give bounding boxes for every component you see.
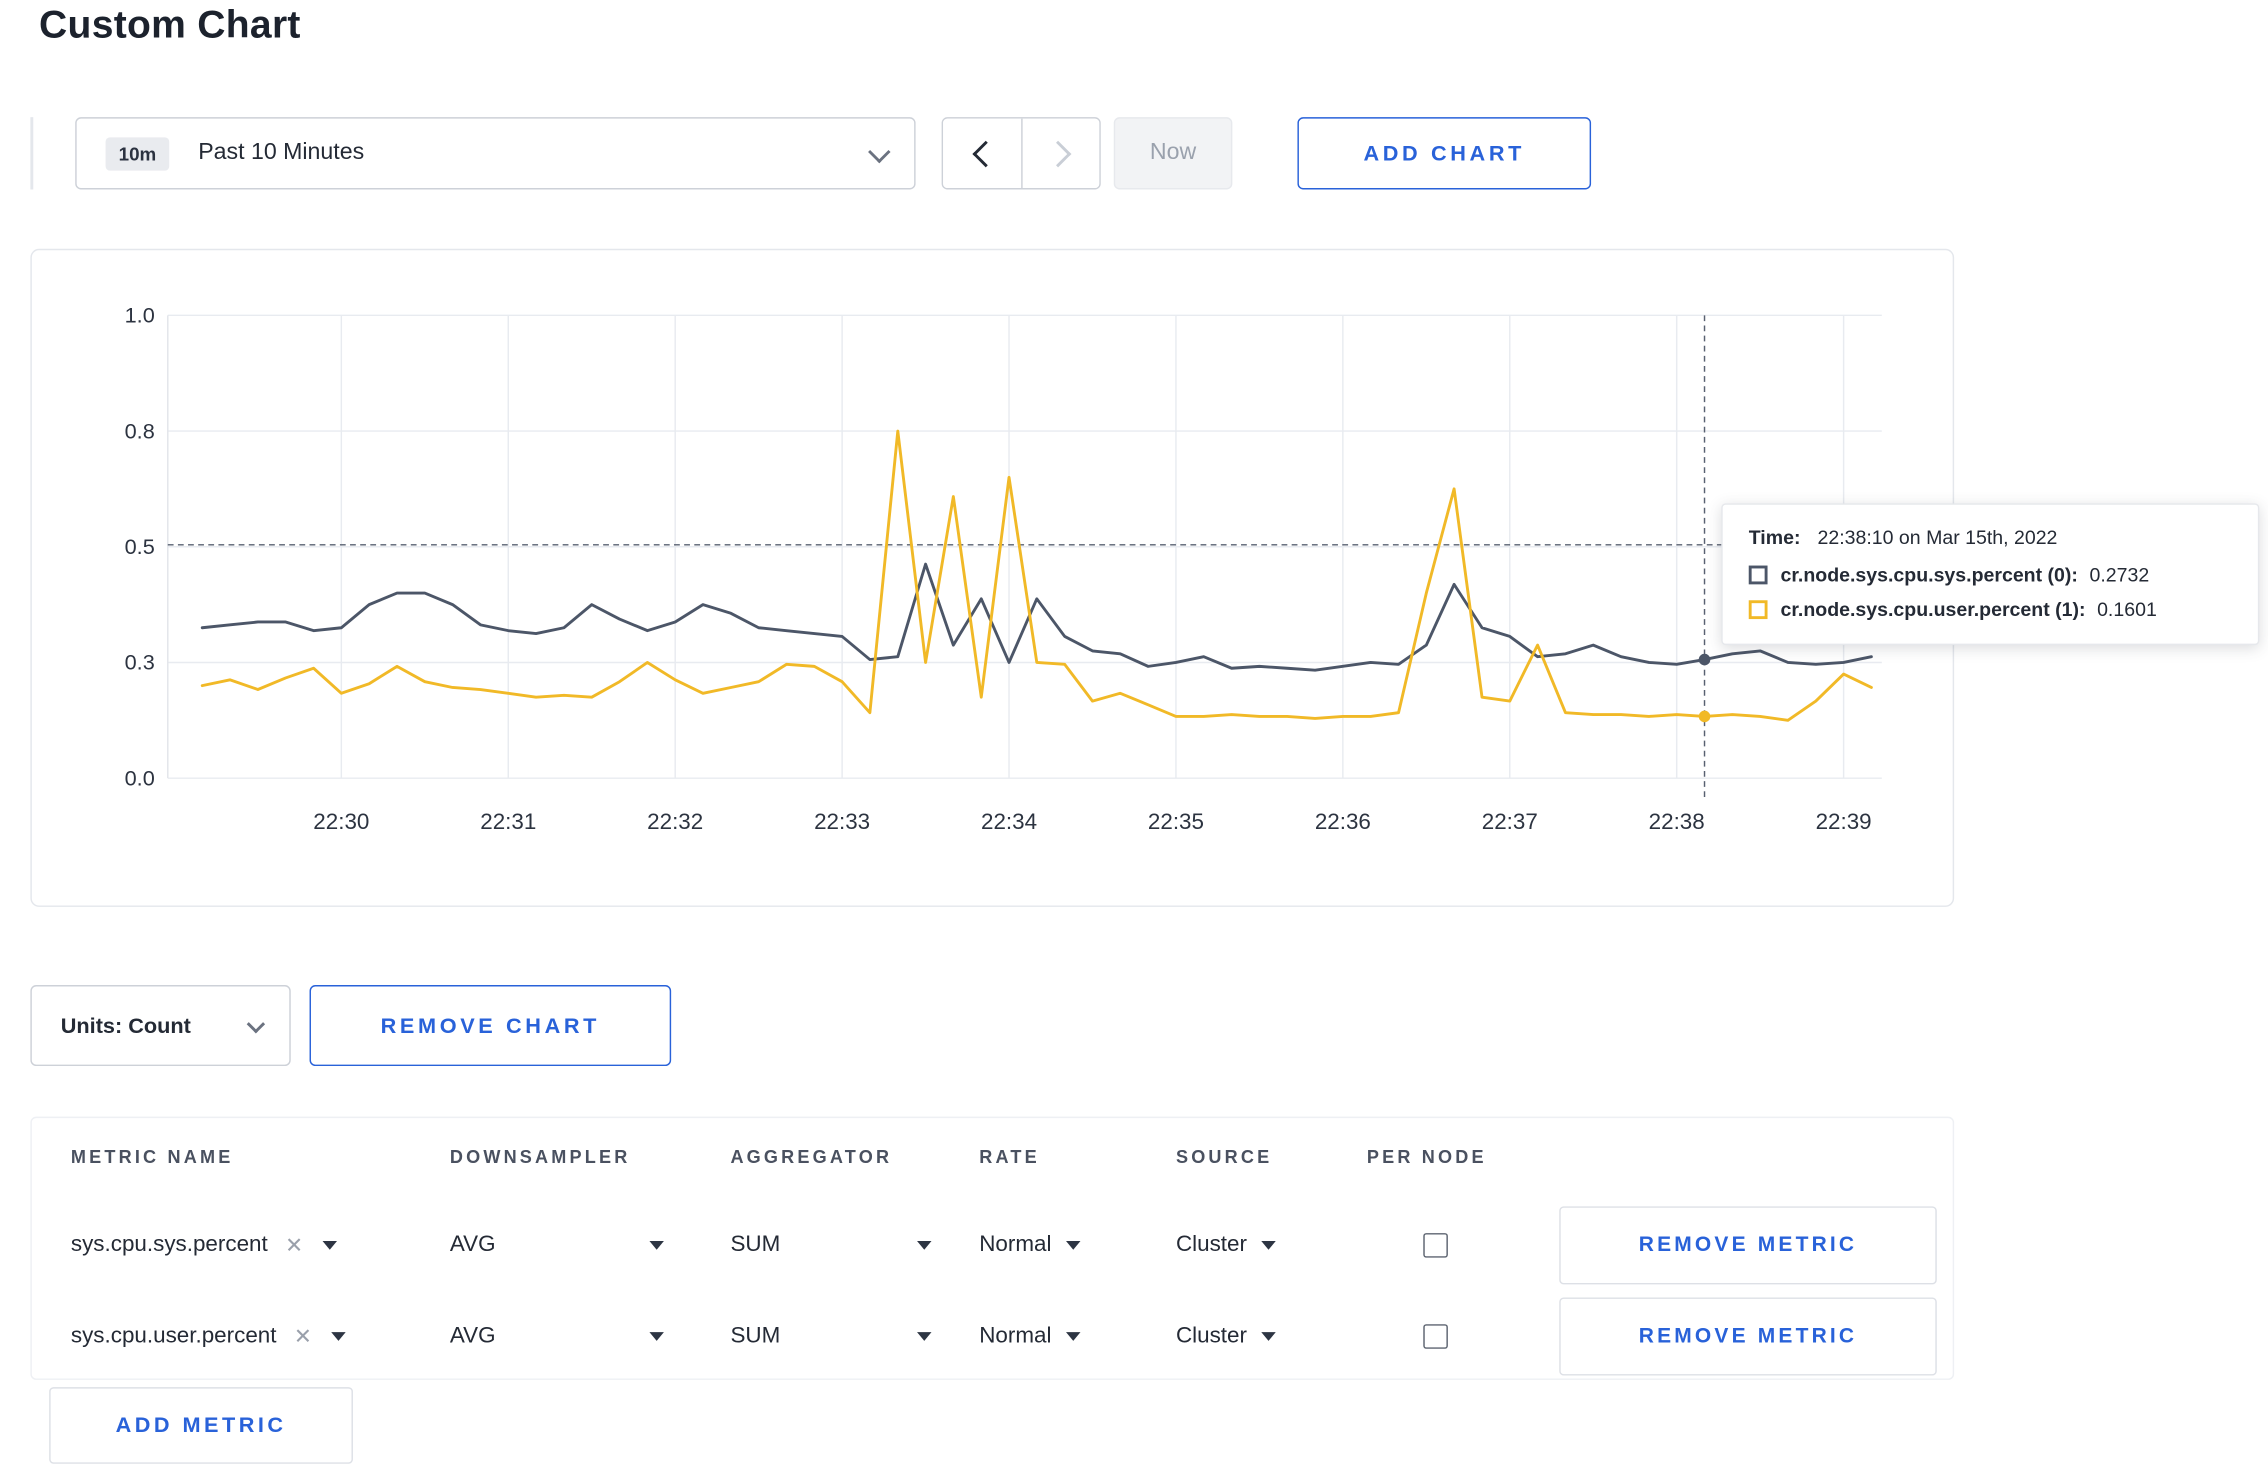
series-swatch-user-percent <box>1748 600 1768 620</box>
tooltip-series-label: cr.node.sys.cpu.sys.percent (0): <box>1780 564 2078 586</box>
time-range-label: Past 10 Minutes <box>198 140 365 165</box>
col-header-downsampler: DOWNSAMPLER <box>449 1147 631 1168</box>
downsampler-select[interactable]: AVG <box>450 1323 664 1349</box>
y-axis-tick-label: 0.5 <box>125 534 155 559</box>
x-axis-tick-label: 22:30 <box>313 809 369 834</box>
tooltip-time-label: Time: <box>1748 526 1801 549</box>
remove-chart-button[interactable]: REMOVE CHART <box>309 985 672 1067</box>
tooltip-series-row: cr.node.sys.cpu.sys.percent (0): 0.2732 <box>1748 564 2232 586</box>
toolbar-divider <box>30 117 34 190</box>
add-metric-button[interactable]: ADD METRIC <box>49 1387 353 1464</box>
tooltip-time-row: Time: 22:38:10 on Mar 15th, 2022 <box>1749 527 2232 549</box>
prev-range-button[interactable] <box>943 118 1022 189</box>
caret-down-icon <box>1065 1332 1081 1341</box>
source-value: Cluster <box>1175 1323 1247 1349</box>
col-header-per-node: PER NODE <box>1366 1147 1487 1168</box>
tooltip-time-value: 22:38:10 on Mar 15th, 2022 <box>1817 526 2058 549</box>
aggregator-select[interactable]: SUM <box>730 1323 932 1349</box>
per-node-checkbox[interactable] <box>1423 1233 1448 1258</box>
clear-icon[interactable]: ✕ <box>285 1232 303 1259</box>
tooltip-series-value: 0.2732 <box>2089 564 2150 586</box>
caret-down-icon <box>917 1241 932 1250</box>
rate-select[interactable]: Normal <box>979 1323 1081 1349</box>
metric-name-select[interactable]: sys.cpu.sys.percent ✕ <box>71 1232 337 1258</box>
time-range-select[interactable]: 10m Past 10 Minutes <box>75 117 916 190</box>
remove-metric-button[interactable]: REMOVE METRIC <box>1559 1297 1937 1376</box>
aggregator-value: SUM <box>730 1232 781 1257</box>
caret-down-icon <box>649 1241 664 1250</box>
col-header-source: SOURCE <box>1175 1147 1273 1168</box>
page-title: Custom Chart <box>39 2 301 47</box>
downsampler-select[interactable]: AVG <box>450 1232 664 1258</box>
per-node-checkbox[interactable] <box>1423 1324 1448 1349</box>
x-axis-tick-label: 22:38 <box>1649 809 1705 834</box>
tooltip-series-value: 0.1601 <box>2097 598 2157 621</box>
chevron-left-icon <box>972 140 1000 167</box>
next-range-button[interactable] <box>1021 118 1100 189</box>
chevron-down-icon <box>868 140 891 163</box>
chevron-down-icon <box>246 1014 266 1033</box>
rate-select[interactable]: Normal <box>979 1232 1081 1258</box>
remove-metric-button[interactable]: REMOVE METRIC <box>1559 1206 1937 1285</box>
metrics-table: METRIC NAME DOWNSAMPLER AGGREGATOR RATE … <box>30 1116 1955 1380</box>
x-axis-tick-label: 22:36 <box>1315 809 1371 834</box>
x-axis-tick-label: 22:39 <box>1816 809 1872 834</box>
metric-name-select[interactable]: sys.cpu.user.percent ✕ <box>70 1323 346 1350</box>
caret-down-icon <box>1261 1241 1276 1250</box>
aggregator-value: SUM <box>730 1323 781 1349</box>
units-select[interactable]: Units: Count <box>30 985 291 1067</box>
x-axis-tick-label: 22:32 <box>647 809 703 834</box>
units-label: Units: Count <box>60 1013 191 1038</box>
clear-icon[interactable]: ✕ <box>294 1323 312 1350</box>
rate-value: Normal <box>979 1323 1052 1349</box>
time-nav-group <box>941 117 1101 190</box>
timeseries-chart[interactable]: 1.0 0.8 0.5 0.3 0.0 22:30 22:31 22:32 22:33 22:34… <box>32 250 1956 908</box>
x-axis-tick-label: 22:37 <box>1482 809 1538 834</box>
x-axis-tick-label: 22:31 <box>480 809 536 834</box>
col-header-rate: RATE <box>979 1147 1040 1168</box>
chart-card: 1.0 0.8 0.5 0.3 0.0 22:30 22:31 22:32 22:33 22:34… <box>30 248 1956 908</box>
crosshair-dot <box>1698 653 1711 666</box>
y-axis-tick-label: 0.3 <box>125 650 155 675</box>
caret-down-icon <box>917 1332 932 1341</box>
add-chart-button[interactable]: ADD CHART <box>1297 117 1592 190</box>
source-select[interactable]: Cluster <box>1176 1232 1276 1258</box>
caret-down-icon <box>1261 1332 1276 1341</box>
metric-row: sys.cpu.sys.percent ✕ AVG SUM Normal Clu… <box>32 1206 1953 1285</box>
x-axis-tick-label: 22:34 <box>981 809 1037 834</box>
series-line <box>200 429 1873 722</box>
y-axis-tick-label: 1.0 <box>125 303 155 328</box>
col-header-metric-name: METRIC NAME <box>70 1147 234 1168</box>
crosshair-dot <box>1698 710 1711 723</box>
aggregator-select[interactable]: SUM <box>730 1232 932 1258</box>
downsampler-value: AVG <box>449 1323 496 1349</box>
custom-chart-page: Custom Chart 10m Past 10 Minutes Now ADD… <box>0 0 2268 1478</box>
tooltip-series-label: cr.node.sys.cpu.user.percent (1): <box>1780 598 2086 621</box>
metric-row: sys.cpu.user.percent ✕ AVG SUM Normal Cl… <box>32 1297 1953 1376</box>
x-axis-tick-label: 22:35 <box>1148 809 1204 834</box>
series-swatch-sys-percent <box>1748 565 1768 585</box>
col-header-aggregator: AGGREGATOR <box>730 1147 893 1168</box>
x-axis-tick-label: 22:33 <box>814 809 870 834</box>
tooltip-series-row: cr.node.sys.cpu.user.percent (1): 0.1601 <box>1748 598 2232 621</box>
chart-tooltip: Time: 22:38:10 on Mar 15th, 2022 cr.node… <box>1721 503 2260 646</box>
caret-down-icon <box>330 1332 346 1341</box>
y-axis-tick-label: 0.0 <box>125 765 155 790</box>
y-axis-tick-label: 0.8 <box>125 418 155 443</box>
rate-value: Normal <box>979 1232 1052 1257</box>
time-range-badge: 10m <box>105 136 170 170</box>
metric-name-value: sys.cpu.user.percent <box>70 1323 277 1349</box>
metric-name-value: sys.cpu.sys.percent <box>70 1232 268 1257</box>
downsampler-value: AVG <box>449 1232 496 1257</box>
caret-down-icon <box>649 1332 664 1341</box>
source-select[interactable]: Cluster <box>1176 1323 1276 1349</box>
chevron-right-icon <box>1044 140 1071 167</box>
caret-down-icon <box>322 1241 337 1250</box>
now-button[interactable]: Now <box>1113 117 1233 190</box>
caret-down-icon <box>1065 1241 1081 1250</box>
source-value: Cluster <box>1175 1232 1247 1257</box>
